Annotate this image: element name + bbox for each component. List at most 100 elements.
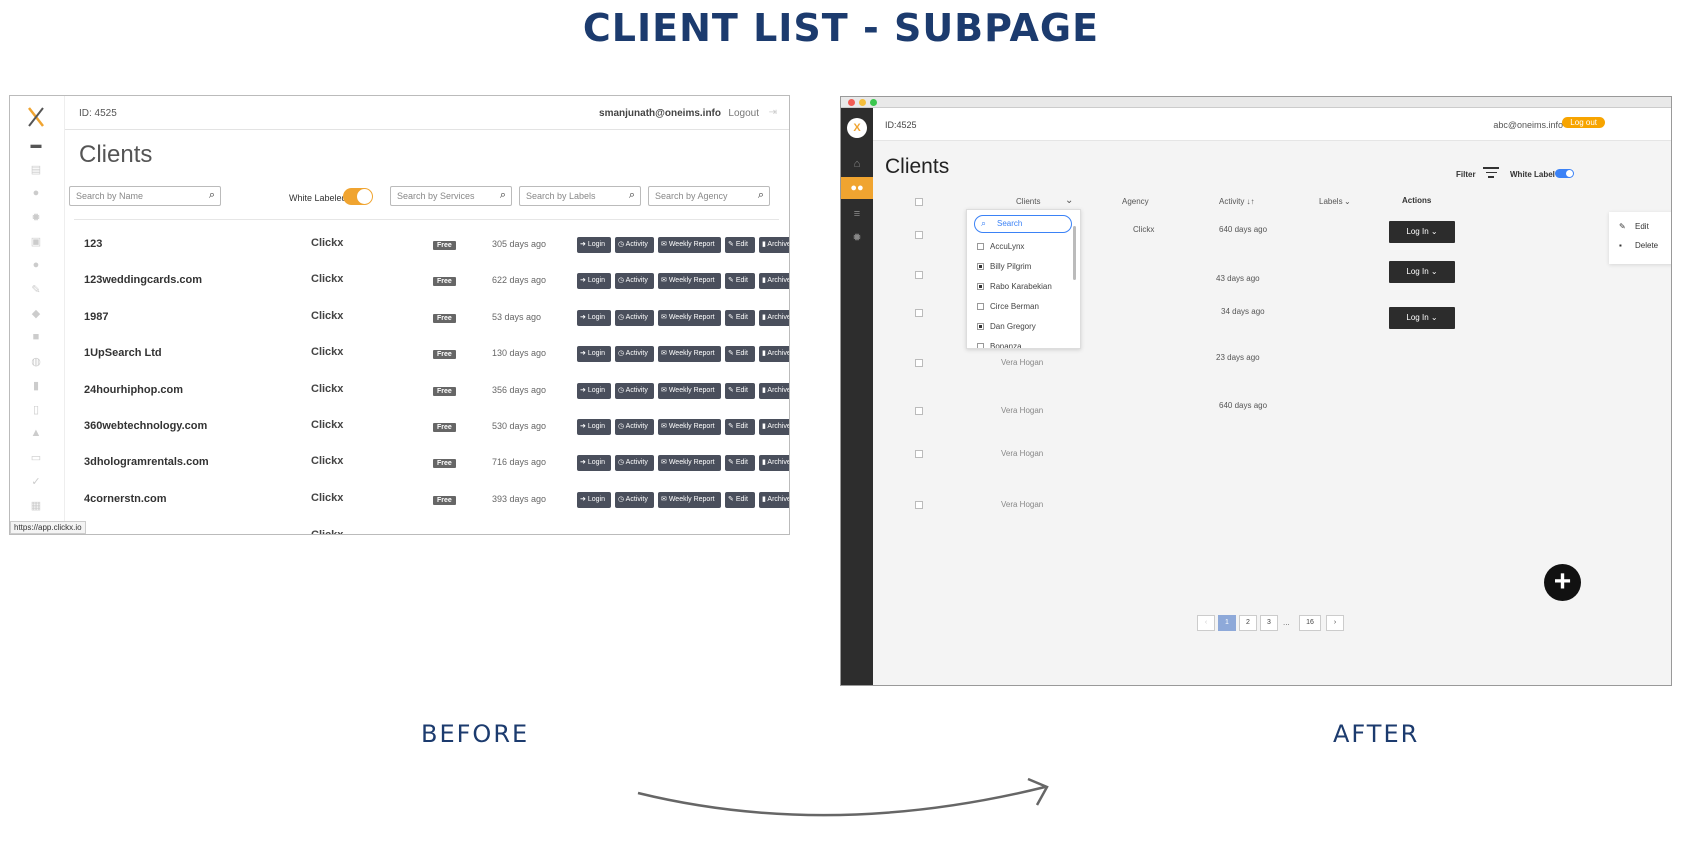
- home-icon[interactable]: ⌂: [841, 153, 873, 175]
- weekly-report-button[interactable]: ✉ Weekly Report: [658, 419, 721, 435]
- logout-button[interactable]: Log out: [1562, 117, 1605, 128]
- dropdown-search-input[interactable]: ⌕ Search: [974, 215, 1072, 233]
- client-name[interactable]: 123: [84, 238, 102, 250]
- dropdown-option[interactable]: Rabo Karabekian: [977, 282, 1052, 291]
- dropdown-option[interactable]: Circe Berman: [977, 302, 1039, 311]
- page-prev[interactable]: ‹: [1197, 615, 1215, 631]
- bar-chart-icon[interactable]: ▮: [28, 379, 44, 393]
- bag-icon[interactable]: ■: [28, 331, 44, 345]
- edit-button[interactable]: ✎ Edit: [725, 346, 755, 363]
- edit-button[interactable]: ✎ Edit: [725, 309, 755, 326]
- chevron-down-icon[interactable]: ⌄: [1344, 197, 1351, 206]
- logout-link[interactable]: Logout: [728, 108, 759, 119]
- dropdown-option[interactable]: Billy Pilgrim: [977, 262, 1031, 271]
- client-name[interactable]: 360webtechnology.com: [84, 420, 207, 432]
- row-checkbox[interactable]: [915, 359, 923, 367]
- weekly-report-button[interactable]: ✉ Weekly Report: [658, 273, 721, 290]
- search-by-labels-input[interactable]: Search by Labels ⌕: [519, 186, 641, 206]
- page-16[interactable]: 16: [1299, 615, 1321, 631]
- grid-icon[interactable]: ▦: [28, 499, 44, 513]
- archive-button[interactable]: ▮ Archive: [759, 273, 789, 290]
- login-button[interactable]: ➜ Login: [577, 419, 611, 435]
- logout-icon[interactable]: ⇥: [769, 107, 777, 118]
- archive-button[interactable]: ▮ Archive: [759, 309, 789, 326]
- row-checkbox[interactable]: [915, 271, 923, 279]
- client-name[interactable]: 4cornerstn.com: [84, 493, 167, 505]
- client-name[interactable]: 1987: [84, 311, 108, 323]
- close-dot-icon[interactable]: [848, 99, 855, 106]
- activity-button[interactable]: ◷ Activity: [615, 273, 654, 290]
- archive-button[interactable]: ▮ Archive: [759, 237, 789, 253]
- trash-icon[interactable]: ▪: [1619, 241, 1622, 250]
- white-label-toggle[interactable]: [1555, 169, 1574, 178]
- list-icon[interactable]: ≡: [841, 203, 873, 225]
- weekly-report-button[interactable]: ✉ Weekly Report: [658, 237, 721, 253]
- tag-icon[interactable]: ◆: [28, 307, 44, 321]
- login-button[interactable]: ➜ Login: [577, 309, 611, 326]
- archive-button[interactable]: ▮ Archive: [759, 419, 789, 435]
- client-name[interactable]: Vera Hogan: [1001, 358, 1043, 367]
- archive-button[interactable]: ▮ Archive: [759, 382, 789, 399]
- edit-button[interactable]: ✎ Edit: [725, 237, 755, 253]
- white-labeled-toggle[interactable]: [343, 188, 373, 205]
- archive-button[interactable]: ▮ Archive: [759, 455, 789, 472]
- client-name[interactable]: 123weddingcards.com: [84, 274, 202, 286]
- search-icon[interactable]: ⌕: [209, 189, 215, 202]
- activity-button[interactable]: ◷ Activity: [615, 455, 654, 472]
- gear-icon[interactable]: ✹: [28, 211, 44, 225]
- weekly-report-button[interactable]: ✉ Weekly Report: [658, 309, 721, 326]
- login-dropdown-button[interactable]: Log In ⌄: [1389, 261, 1455, 283]
- weekly-report-button[interactable]: ✉ Weekly Report: [658, 491, 721, 508]
- edit-button[interactable]: ✎ Edit: [725, 382, 755, 399]
- edit-button[interactable]: ✎ Edit: [725, 491, 755, 508]
- dropdown-option[interactable]: Dan Gregory: [977, 322, 1036, 331]
- archive-button[interactable]: ▮ Archive: [759, 346, 789, 363]
- archive-button[interactable]: ▮ Archive: [759, 491, 789, 508]
- login-button[interactable]: ➜ Login: [577, 273, 611, 290]
- activity-button[interactable]: ◷ Activity: [615, 419, 654, 435]
- check-icon[interactable]: ✓: [28, 475, 44, 489]
- inbox-icon[interactable]: ▣: [28, 235, 44, 249]
- option-checkbox[interactable]: [977, 323, 984, 330]
- minimize-dot-icon[interactable]: [859, 99, 866, 106]
- client-name[interactable]: Vera Hogan: [1001, 449, 1043, 458]
- column-labels[interactable]: Labels: [1319, 197, 1343, 206]
- search-by-agency-input[interactable]: Search by Agency ⌕: [648, 186, 770, 206]
- activity-button[interactable]: ◷ Activity: [615, 309, 654, 326]
- login-dropdown-button[interactable]: Log In ⌄: [1389, 221, 1455, 243]
- client-name[interactable]: 24hourhiphop.com: [84, 384, 183, 396]
- page-2[interactable]: 2: [1239, 615, 1257, 631]
- client-name[interactable]: 1UpSearch Ltd: [84, 347, 162, 359]
- document-icon[interactable]: ▤: [28, 163, 44, 177]
- login-button[interactable]: ➜ Login: [577, 237, 611, 253]
- search-by-services-input[interactable]: Search by Services ⌕: [390, 186, 512, 206]
- filter-icon[interactable]: [1483, 167, 1499, 179]
- search-icon[interactable]: ⌕: [629, 189, 635, 202]
- row-checkbox[interactable]: [915, 309, 923, 317]
- option-checkbox[interactable]: [977, 303, 984, 310]
- page-next[interactable]: ›: [1326, 615, 1344, 631]
- column-activity[interactable]: Activity ↓↑: [1219, 197, 1255, 206]
- row-checkbox[interactable]: [915, 231, 923, 239]
- briefcase-icon[interactable]: ▬: [28, 139, 44, 153]
- page-3[interactable]: 3: [1260, 615, 1278, 631]
- row-checkbox[interactable]: [915, 450, 923, 458]
- file-icon[interactable]: ▯: [28, 403, 44, 417]
- activity-button[interactable]: ◷ Activity: [615, 382, 654, 399]
- activity-button[interactable]: ◷ Activity: [615, 237, 654, 253]
- globe-icon[interactable]: ◍: [28, 355, 44, 369]
- person-icon[interactable]: ●: [28, 259, 44, 273]
- clients-icon[interactable]: ●●: [841, 177, 873, 199]
- client-name[interactable]: Vera Hogan: [1001, 406, 1043, 415]
- menu-delete[interactable]: Delete: [1635, 241, 1658, 250]
- weekly-report-button[interactable]: ✉ Weekly Report: [658, 455, 721, 472]
- chevron-down-icon[interactable]: ⌄: [1065, 195, 1073, 206]
- option-checkbox[interactable]: [977, 263, 984, 270]
- column-agency[interactable]: Agency: [1122, 197, 1149, 206]
- weekly-report-button[interactable]: ✉ Weekly Report: [658, 382, 721, 399]
- client-name[interactable]: Vera Hogan: [1001, 500, 1043, 509]
- column-clients[interactable]: Clients: [1016, 197, 1040, 206]
- weekly-report-button[interactable]: ✉ Weekly Report: [658, 346, 721, 363]
- search-icon[interactable]: ⌕: [758, 189, 764, 202]
- pencil-icon[interactable]: ✎: [1619, 222, 1626, 231]
